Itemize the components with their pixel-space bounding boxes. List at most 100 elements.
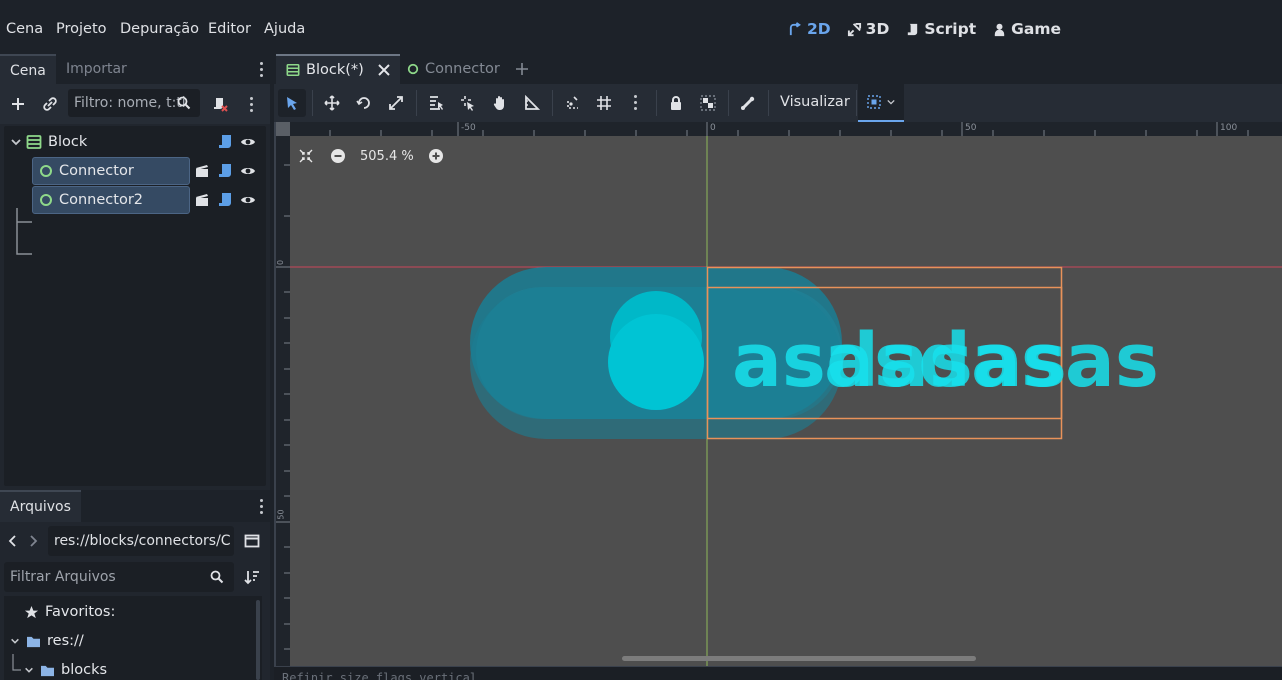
file-tree: Favoritos: res:// blocks <box>4 596 262 680</box>
canvas-viewport[interactable]: asdasas asdasas -50 0 50 100 0 50 505.4 … <box>274 122 1282 666</box>
ruler-icon <box>525 95 540 110</box>
bone-icon <box>741 96 755 110</box>
menu-projeto[interactable]: Projeto <box>56 21 107 37</box>
tree-row-connector2[interactable]: Connector2 <box>32 186 190 214</box>
zoom-in-icon[interactable] <box>428 148 444 164</box>
grid-icon <box>597 96 611 110</box>
tab-arquivos[interactable]: Arquivos <box>0 490 81 522</box>
ruler-vertical[interactable]: 0 50 <box>276 122 290 666</box>
back-icon[interactable] <box>4 530 22 552</box>
eye-icon[interactable] <box>240 192 256 208</box>
script-icon[interactable] <box>218 163 232 179</box>
plus-icon <box>516 63 528 75</box>
script-icon[interactable] <box>218 192 232 208</box>
clapperboard-icon[interactable] <box>194 163 210 179</box>
scene-dock: Cena Importar Filtro: nome, t:ti Block C… <box>0 54 270 490</box>
chevron-down-icon[interactable] <box>10 636 20 646</box>
grid-snap-button[interactable] <box>593 92 615 114</box>
workspace-script-button[interactable]: Script <box>905 20 976 38</box>
add-node-icon[interactable] <box>7 93 29 115</box>
list-select-button[interactable] <box>425 92 447 114</box>
file-row-blocks[interactable]: blocks <box>24 662 107 678</box>
link-icon[interactable] <box>39 93 61 115</box>
workspace-switcher: 2D 3D Script Game <box>788 20 1061 38</box>
eye-icon[interactable] <box>240 163 256 179</box>
node2d-circle-icon <box>407 63 419 75</box>
add-scene-tab-button[interactable] <box>514 54 530 84</box>
file-row-res[interactable]: res:// <box>10 633 84 649</box>
ruler-horizontal-ticks <box>329 122 1249 136</box>
tab-importar[interactable]: Importar <box>56 54 137 84</box>
tree-row-connector[interactable]: Connector <box>32 157 190 185</box>
ruler-mode-button[interactable] <box>521 92 543 114</box>
canvas-scene: asdasas asdasas <box>290 136 1282 666</box>
zoom-out-icon[interactable] <box>330 148 346 164</box>
scene-tree: Block Connector Connector2 <box>4 126 266 486</box>
forward-icon[interactable] <box>24 530 42 552</box>
menu-depuracao[interactable]: Depuração <box>120 21 199 37</box>
move-icon <box>324 95 340 111</box>
file-dock-menu-icon[interactable] <box>260 499 264 515</box>
filesystem-dock: Arquivos res://blocks/connectors/C Filtr… <box>0 490 270 680</box>
menu-editor[interactable]: Editor <box>208 21 251 37</box>
selection-box-icon <box>867 95 881 109</box>
ruler-label-minus-50: -50 <box>461 123 476 133</box>
tab-connector-scene[interactable]: Connector <box>407 54 500 84</box>
ruler-label-50: 50 <box>965 123 977 133</box>
game-icon <box>994 23 1005 36</box>
output-panel: Refinir size flags vertical <box>274 666 1282 680</box>
file-row-favoritos[interactable]: Favoritos: <box>24 604 115 620</box>
workspace-game-button[interactable]: Game <box>992 20 1061 38</box>
scale-mode-button[interactable] <box>385 92 407 114</box>
tab-cena[interactable]: Cena <box>0 54 56 84</box>
workspace-2d-button[interactable]: 2D <box>788 20 831 38</box>
menu-cena[interactable]: Cena <box>6 21 43 37</box>
toolbar-separator <box>856 90 857 116</box>
node2d-circle-icon <box>40 165 52 177</box>
file-filter-input[interactable]: Filtrar Arquivos <box>4 562 234 592</box>
select-mode-button[interactable] <box>278 89 306 117</box>
clapperboard-icon[interactable] <box>194 192 210 208</box>
hand-icon <box>493 96 504 110</box>
control-node-icon <box>26 135 42 149</box>
snap-icon <box>567 96 578 109</box>
file-path-input[interactable]: res://blocks/connectors/C <box>48 526 234 556</box>
snap-options-icon[interactable] <box>634 95 638 111</box>
view-menu-button[interactable]: Visualizar <box>780 94 850 110</box>
2d-icon <box>789 21 801 35</box>
smart-snap-button[interactable] <box>562 92 584 114</box>
scene-dock-tabs: Cena Importar <box>0 54 270 84</box>
script-icon[interactable] <box>218 134 232 150</box>
folder-icon <box>41 665 54 676</box>
workspace-script-label: Script <box>924 20 977 38</box>
split-view-icon[interactable] <box>241 530 263 552</box>
connector2-circle[interactable] <box>608 314 704 410</box>
group-icon <box>700 95 716 111</box>
zoom-reset-icon[interactable] <box>298 148 314 164</box>
scene-dock-menu-icon[interactable] <box>260 62 264 78</box>
horizontal-scrollbar[interactable] <box>622 656 976 661</box>
file-label-res: res:// <box>47 633 84 649</box>
zoom-level[interactable]: 505.4 % <box>360 149 414 164</box>
selection-mode-dropdown[interactable] <box>858 84 904 122</box>
workspace-3d-button[interactable]: 3D <box>847 20 889 38</box>
chevron-down-icon[interactable] <box>24 665 34 675</box>
pan-mode-button[interactable] <box>489 92 511 114</box>
chevron-down-icon[interactable] <box>10 136 22 148</box>
ruler-horizontal[interactable]: -50 0 50 100 <box>290 122 1282 136</box>
remove-script-icon[interactable] <box>209 93 231 115</box>
lock-button[interactable] <box>665 92 687 114</box>
menu-ajuda[interactable]: Ajuda <box>264 21 305 37</box>
sort-icon[interactable] <box>241 566 263 588</box>
group-button[interactable] <box>697 92 719 114</box>
scene-options-icon[interactable] <box>250 97 254 113</box>
move-mode-button[interactable] <box>321 92 343 114</box>
pivot-mode-button[interactable] <box>457 92 479 114</box>
eye-icon[interactable] <box>240 134 256 150</box>
rotate-mode-button[interactable] <box>353 92 375 114</box>
close-icon[interactable] <box>378 64 390 76</box>
skeleton-button[interactable] <box>737 92 759 114</box>
tab-block-scene[interactable]: Block(*) <box>276 54 400 84</box>
file-tree-scrollbar[interactable] <box>256 600 260 680</box>
menu-bar: Cena Projeto Depuração Editor Ajuda 2D 3… <box>0 0 1282 58</box>
